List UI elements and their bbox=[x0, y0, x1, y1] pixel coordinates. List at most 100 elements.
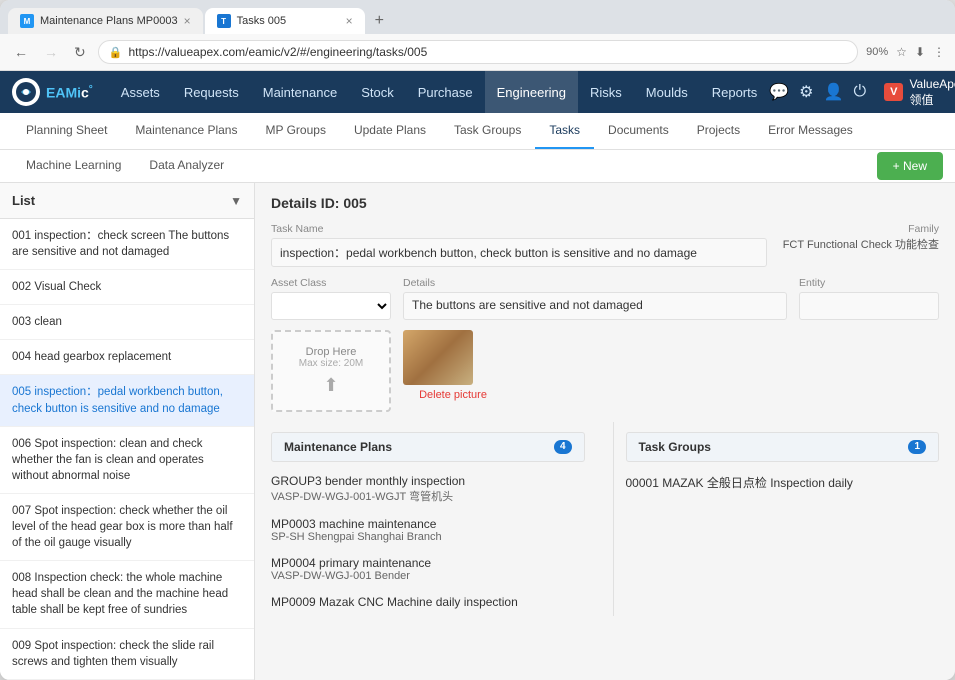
refresh-button[interactable]: ↻ bbox=[70, 42, 90, 63]
brand-logo: V bbox=[884, 83, 903, 101]
task-image bbox=[403, 330, 473, 385]
asset-class-select[interactable] bbox=[271, 292, 391, 320]
subnav-update-plans[interactable]: Update Plans bbox=[340, 113, 440, 149]
address-bar[interactable]: 🔒 bbox=[98, 40, 858, 64]
browser-window: M Maintenance Plans MP0003 × T Tasks 005… bbox=[0, 0, 955, 680]
tab-favicon-2: T bbox=[217, 14, 231, 28]
new-tab-button[interactable]: + bbox=[367, 8, 392, 34]
nav-reports[interactable]: Reports bbox=[700, 71, 770, 113]
subnav-error-messages[interactable]: Error Messages bbox=[754, 113, 867, 149]
task-groups-count: 1 bbox=[908, 440, 926, 454]
zoom-level: 90% bbox=[866, 46, 888, 58]
nav-requests[interactable]: Requests bbox=[172, 71, 251, 113]
bookmark-icon[interactable]: ☆ bbox=[896, 45, 907, 59]
chat-icon[interactable]: 💬 bbox=[769, 82, 789, 102]
filter-icon[interactable]: ▼ bbox=[230, 194, 242, 208]
maintenance-plans-label: Maintenance Plans bbox=[284, 440, 392, 454]
plan-name-1: GROUP3 bender monthly inspection bbox=[271, 474, 585, 488]
forward-button[interactable]: → bbox=[40, 42, 62, 62]
plan-name-3: MP0004 primary maintenance bbox=[271, 556, 585, 570]
user-icon[interactable]: 👤 bbox=[824, 82, 844, 102]
list-item-003[interactable]: 003 clean bbox=[0, 305, 254, 340]
asset-drop-area: Drop Here Max size: 20M ⬆ Delete picture bbox=[271, 330, 939, 412]
task-name-field: Task Name inspection：pedal workbench but… bbox=[271, 223, 767, 267]
back-button[interactable]: ← bbox=[10, 42, 32, 62]
maintenance-plans-count: 4 bbox=[554, 440, 572, 454]
entity-label: Entity bbox=[799, 277, 939, 289]
tab-tasks[interactable]: T Tasks 005 × bbox=[205, 8, 365, 34]
drop-here-text: Drop Here bbox=[283, 346, 379, 358]
browser-toolbar: ← → ↻ 🔒 90% ☆ ⬇ ⋮ bbox=[0, 34, 955, 71]
list-item-005[interactable]: 005 inspection：pedal workbench button, c… bbox=[0, 375, 254, 426]
plans-task-groups-area: Maintenance Plans 4 GROUP3 bender monthl… bbox=[271, 422, 939, 616]
subnav-data-analyzer[interactable]: Data Analyzer bbox=[135, 150, 238, 182]
task-name-value: inspection：pedal workbench button, check… bbox=[271, 238, 767, 267]
task-groups-label: Task Groups bbox=[639, 440, 711, 454]
list-item-007[interactable]: 007 Spot inspection: check whether the o… bbox=[0, 494, 254, 561]
new-button[interactable]: + New bbox=[877, 152, 943, 180]
subnav-tasks[interactable]: Tasks bbox=[535, 113, 594, 149]
settings-icon[interactable]: ⚙ bbox=[799, 82, 813, 102]
list-items: 001 inspection：check screen The buttons … bbox=[0, 219, 254, 680]
nav-assets[interactable]: Assets bbox=[109, 71, 172, 113]
drop-zone[interactable]: Drop Here Max size: 20M ⬆ bbox=[271, 330, 391, 412]
list-item-006[interactable]: 006 Spot inspection: clean and check whe… bbox=[0, 427, 254, 494]
details-panel: Details ID: 005 Task Name inspection：ped… bbox=[255, 183, 955, 680]
nav-purchase[interactable]: Purchase bbox=[406, 71, 485, 113]
tab-label-1: Maintenance Plans MP0003 bbox=[40, 15, 178, 27]
list-header: List ▼ bbox=[0, 183, 254, 219]
asset-details-row: Asset Class Details The buttons are sens… bbox=[271, 277, 939, 320]
details-text-col: Details The buttons are sensitive and no… bbox=[403, 277, 787, 320]
family-value: FCT Functional Check 功能检查 bbox=[779, 238, 939, 253]
asset-class-label: Asset Class bbox=[271, 277, 391, 289]
logo-text: EAMic° bbox=[46, 84, 93, 101]
brand-name: ValueApex 领值 bbox=[909, 77, 955, 108]
image-preview-area: Delete picture bbox=[403, 330, 503, 401]
maintenance-plans-header: Maintenance Plans 4 bbox=[271, 432, 585, 462]
upload-icon[interactable]: ⬆ bbox=[283, 375, 379, 396]
details-title: Details ID: 005 bbox=[271, 195, 939, 211]
list-panel: List ▼ 001 inspection：check screen The b… bbox=[0, 183, 255, 680]
more-icon[interactable]: ⋮ bbox=[933, 45, 945, 59]
subnav-maintenance-plans[interactable]: Maintenance Plans bbox=[121, 113, 251, 149]
subnav-machine-learning[interactable]: Machine Learning bbox=[12, 150, 135, 182]
sub-nav-row1: Planning Sheet Maintenance Plans MP Grou… bbox=[0, 113, 955, 150]
tab-close-1[interactable]: × bbox=[184, 14, 191, 28]
logo-icon bbox=[12, 78, 40, 106]
nav-maintenance[interactable]: Maintenance bbox=[251, 71, 349, 113]
drop-zone-container: Drop Here Max size: 20M ⬆ bbox=[271, 330, 391, 412]
subnav-projects[interactable]: Projects bbox=[683, 113, 754, 149]
url-input[interactable] bbox=[128, 45, 847, 59]
list-item-008[interactable]: 008 Inspection check: the whole machine … bbox=[0, 561, 254, 628]
subnav-planning-sheet[interactable]: Planning Sheet bbox=[12, 113, 121, 149]
app-header: EAMic° Assets Requests Maintenance Stock… bbox=[0, 71, 955, 113]
drop-max-size-text: Max size: 20M bbox=[283, 358, 379, 369]
asset-class-col: Asset Class bbox=[271, 277, 391, 320]
nav-risks[interactable]: Risks bbox=[578, 71, 634, 113]
details-text-label: Details bbox=[403, 277, 787, 289]
plan-item-4: MP0009 Mazak CNC Machine daily inspectio… bbox=[271, 589, 585, 616]
list-item-004[interactable]: 004 head gearbox replacement bbox=[0, 340, 254, 375]
delete-picture-btn[interactable]: Delete picture bbox=[403, 389, 503, 401]
main-content: List ▼ 001 inspection：check screen The b… bbox=[0, 183, 955, 680]
list-item-001[interactable]: 001 inspection：check screen The buttons … bbox=[0, 219, 254, 270]
tab-close-2[interactable]: × bbox=[346, 14, 353, 28]
nav-stock[interactable]: Stock bbox=[349, 71, 406, 113]
maintenance-plans-section: Maintenance Plans 4 GROUP3 bender monthl… bbox=[271, 422, 597, 616]
plan-item-3: MP0004 primary maintenance VASP-DW-WGJ-0… bbox=[271, 550, 585, 589]
task-group-name-1: 00001 MAZAK 全般日点检 Inspection daily bbox=[626, 474, 940, 491]
task-name-label: Task Name bbox=[271, 223, 767, 235]
task-groups-section: Task Groups 1 00001 MAZAK 全般日点检 Inspecti… bbox=[613, 422, 940, 616]
list-item-009[interactable]: 009 Spot inspection: check the slide rai… bbox=[0, 629, 254, 680]
tab-label-2: Tasks 005 bbox=[237, 15, 287, 27]
tab-maintenance-plans[interactable]: M Maintenance Plans MP0003 × bbox=[8, 8, 203, 34]
subnav-task-groups[interactable]: Task Groups bbox=[440, 113, 535, 149]
list-item-002[interactable]: 002 Visual Check bbox=[0, 270, 254, 305]
entity-col: Entity bbox=[799, 277, 939, 320]
subnav-documents[interactable]: Documents bbox=[594, 113, 683, 149]
power-icon[interactable]: ⏻ bbox=[853, 83, 866, 101]
nav-moulds[interactable]: Moulds bbox=[634, 71, 700, 113]
nav-engineering[interactable]: Engineering bbox=[485, 71, 578, 113]
subnav-mp-groups[interactable]: MP Groups bbox=[251, 113, 339, 149]
download-icon[interactable]: ⬇ bbox=[915, 45, 925, 59]
